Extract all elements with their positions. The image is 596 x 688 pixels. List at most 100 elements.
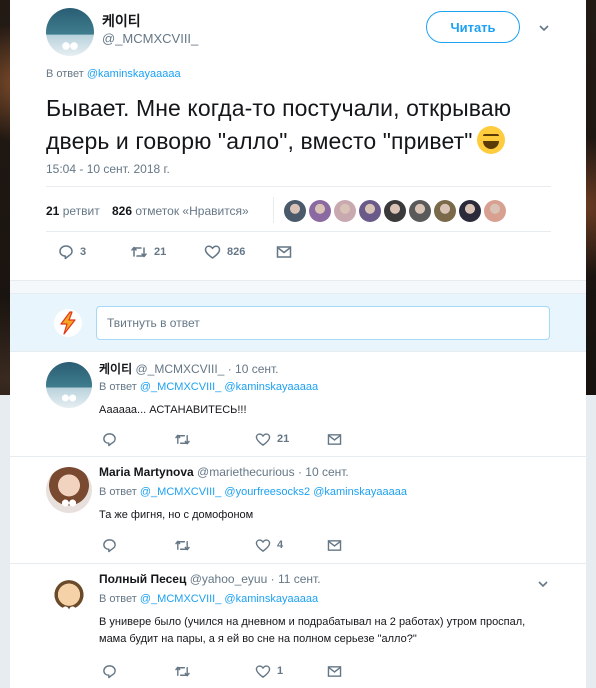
likes-stat-label: отметок «Нравится» xyxy=(135,204,249,218)
reply-action[interactable]: 3 xyxy=(58,242,86,262)
retweets-stat-label: ретвит xyxy=(62,204,100,218)
retweets-stat[interactable]: 21 ретвит xyxy=(46,204,100,218)
like-action[interactable]: 826 xyxy=(204,242,245,262)
avatar[interactable] xyxy=(46,362,92,408)
reply-action[interactable] xyxy=(102,663,123,679)
reply-mentions[interactable]: @_MCMXCVIII_ @kaminskayaaaaa xyxy=(140,381,318,393)
liker-avatar[interactable] xyxy=(284,200,306,222)
reply-author-handle[interactable]: @mariethecurious xyxy=(197,465,295,479)
envelope-icon xyxy=(327,433,342,446)
reply-header: 케이티 @_MCMXCVIII_ · 10 сент. xyxy=(99,360,279,377)
reply-icon xyxy=(102,664,117,679)
reply-tweet[interactable]: Maria Martynova @mariethecurious · 10 се… xyxy=(10,457,586,564)
tweet-actions: 3 21 826 xyxy=(46,242,346,262)
direct-message-action[interactable] xyxy=(327,537,342,553)
direct-message-action[interactable] xyxy=(276,242,292,262)
stats-divider xyxy=(273,197,274,223)
retweet-action[interactable] xyxy=(174,431,197,447)
avatar[interactable] xyxy=(46,574,92,620)
reply-context: В ответ @_MCMXCVIII_ @yourfreesocks2 @ka… xyxy=(99,486,407,498)
follow-button[interactable]: Читать xyxy=(426,11,520,43)
likes-stat-count: 826 xyxy=(112,204,133,218)
envelope-icon xyxy=(327,539,342,552)
author-name[interactable]: 케이티 xyxy=(102,11,141,31)
avatar[interactable] xyxy=(46,467,92,513)
reply-prefix: В ответ xyxy=(99,593,137,605)
reply-input[interactable]: Твитнуть в ответ xyxy=(96,306,550,340)
like-count: 21 xyxy=(277,433,290,445)
like-action[interactable]: 1 xyxy=(255,663,283,679)
liker-avatar[interactable] xyxy=(459,200,481,222)
author-handle[interactable]: @_MCMXCVIII_ xyxy=(102,31,198,46)
liker-avatar[interactable] xyxy=(384,200,406,222)
reply-time[interactable]: · 10 сент. xyxy=(298,465,349,479)
reply-mentions[interactable]: @_MCMXCVIII_ @yourfreesocks2 @kaminskaya… xyxy=(140,486,407,498)
reply-icon xyxy=(102,432,117,447)
reply-author-name[interactable]: Полный Песец xyxy=(99,572,186,586)
main-tweet: 케이티 @_MCMXCVIII_ Читать В ответ @kaminsk… xyxy=(10,0,586,280)
reply-text: В универе было (учился на дневном и подр… xyxy=(99,616,526,645)
reply-author-handle[interactable]: @yahoo_eyuu xyxy=(190,572,268,586)
retweet-icon xyxy=(174,538,191,553)
reply-author-handle[interactable]: @_MCMXCVIII_ xyxy=(135,362,224,376)
reply-composer: Твитнуть в ответ xyxy=(10,294,586,352)
likers-avatars xyxy=(284,200,506,222)
direct-message-action[interactable] xyxy=(327,431,342,447)
like-action[interactable]: 4 xyxy=(255,537,283,553)
reply-count: 3 xyxy=(80,246,87,258)
reply-action[interactable] xyxy=(102,431,123,447)
liker-avatar[interactable] xyxy=(434,200,456,222)
like-count: 1 xyxy=(277,665,284,677)
reply-text: Аааааа... АСТАНАВИТЕСЬ!!! xyxy=(99,404,247,416)
liker-avatar[interactable] xyxy=(409,200,431,222)
reply-author-name[interactable]: Maria Martynova xyxy=(99,465,194,479)
reply-action[interactable] xyxy=(102,537,123,553)
tweet-text: Бывает. Мне когда-то постучали, открываю… xyxy=(46,92,566,158)
reply-tweet[interactable]: Полный Песец @yahoo_eyuu · 11 сент. В от… xyxy=(10,564,586,688)
like-action[interactable]: 21 xyxy=(255,431,289,447)
tweet-text-content: Бывает. Мне когда-то постучали, открываю… xyxy=(46,95,512,154)
heart-icon xyxy=(204,244,221,260)
reply-icon xyxy=(58,244,74,260)
chevron-down-icon[interactable] xyxy=(538,22,550,34)
retweet-action[interactable] xyxy=(174,663,197,679)
current-user-avatar xyxy=(54,309,82,337)
reply-prefix: В ответ xyxy=(99,486,137,498)
chevron-down-icon[interactable] xyxy=(537,578,549,590)
reply-time[interactable]: · 10 сент. xyxy=(228,362,279,376)
reply-prefix: В ответ xyxy=(46,68,84,80)
reply-prefix: В ответ xyxy=(99,381,137,393)
reply-context: В ответ @_MCMXCVIII_ @kaminskayaaaaa xyxy=(99,593,318,605)
reply-tweet[interactable]: 케이티 @_MCMXCVIII_ · 10 сент. В ответ @_MC… xyxy=(10,352,586,457)
heart-icon xyxy=(255,432,271,447)
avatar[interactable] xyxy=(46,8,94,56)
envelope-icon xyxy=(276,245,292,259)
liker-avatar[interactable] xyxy=(334,200,356,222)
reply-mention-link[interactable]: @kaminskayaaaaa xyxy=(87,68,181,80)
retweet-action[interactable]: 21 xyxy=(130,242,166,262)
reply-context: В ответ @kaminskayaaaaa xyxy=(46,68,181,80)
reply-header: Maria Martynova @mariethecurious · 10 се… xyxy=(99,465,349,479)
liker-avatar[interactable] xyxy=(309,200,331,222)
reply-time[interactable]: · 11 сент. xyxy=(271,572,321,586)
reply-mentions[interactable]: @_MCMXCVIII_ @kaminskayaaaaa xyxy=(140,593,318,605)
retweet-icon xyxy=(174,432,191,447)
section-divider xyxy=(10,280,586,294)
direct-message-action[interactable] xyxy=(327,663,342,679)
liker-avatar[interactable] xyxy=(359,200,381,222)
tweet-permalink-modal: 케이티 @_MCMXCVIII_ Читать В ответ @kaminsk… xyxy=(10,0,586,688)
like-count: 826 xyxy=(227,246,246,258)
heart-icon xyxy=(255,664,271,679)
retweet-action[interactable] xyxy=(174,537,197,553)
tweet-timestamp[interactable]: 15:04 - 10 сент. 2018 г. xyxy=(46,162,170,176)
retweets-stat-count: 21 xyxy=(46,204,60,218)
retweet-icon xyxy=(174,664,191,679)
envelope-icon xyxy=(327,665,342,678)
reply-icon xyxy=(102,538,117,553)
retweet-count: 21 xyxy=(154,246,167,258)
liker-avatar[interactable] xyxy=(484,200,506,222)
likes-stat[interactable]: 826 отметок «Нравится» xyxy=(112,204,249,218)
reply-author-name[interactable]: 케이티 xyxy=(99,362,132,376)
heart-icon xyxy=(255,538,271,553)
reply-text: Та же фигня, но с домофоном xyxy=(99,509,254,521)
